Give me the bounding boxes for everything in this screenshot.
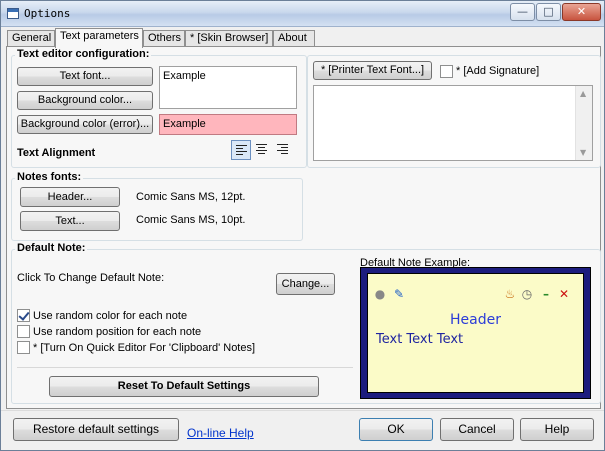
- cancel-button[interactable]: Cancel: [440, 418, 514, 441]
- title-bar[interactable]: Options — □ ✕: [1, 1, 604, 27]
- preview-header-text: Header: [450, 312, 501, 328]
- online-help-link[interactable]: On-line Help: [187, 426, 254, 440]
- alarm-icon: ♨: [504, 287, 516, 301]
- scroll-down-icon[interactable]: ▼: [580, 148, 586, 157]
- click-to-change-label: Click To Change Default Note:: [17, 272, 165, 284]
- signature-scrollbar[interactable]: ▲ ▼: [575, 86, 592, 160]
- pen-icon: ✎: [393, 287, 405, 301]
- example-error-text-box[interactable]: Example: [159, 114, 297, 135]
- preview-body-text: Text Text Text: [376, 332, 464, 347]
- quick-editor-label: * [Turn On Quick Editor For 'Clipboard' …: [33, 342, 256, 354]
- align-left-icon[interactable]: [231, 140, 251, 160]
- pin-icon: ●: [374, 287, 386, 301]
- divider: [17, 367, 353, 368]
- header-font-button[interactable]: Header...: [20, 187, 120, 207]
- text-font-button[interactable]: Text font...: [17, 67, 153, 86]
- tab-text-parameters[interactable]: Text parameters: [55, 28, 143, 48]
- default-note-preview[interactable]: ● ✎ ♨ ◷ – ✕ Header Text Text Text: [360, 267, 591, 399]
- background-color-error-button[interactable]: Background color (error)...: [17, 115, 153, 134]
- scroll-up-icon[interactable]: ▲: [580, 89, 586, 98]
- clock-icon: ◷: [521, 287, 533, 301]
- close-note-icon: ✕: [558, 287, 570, 301]
- random-color-label: Use random color for each note: [33, 310, 188, 322]
- text-alignment-label: Text Alignment: [17, 147, 96, 159]
- add-signature-checkbox[interactable]: [440, 65, 453, 78]
- add-signature-label: * [Add Signature]: [456, 65, 540, 77]
- example-text-box[interactable]: Example: [159, 66, 297, 109]
- printer-text-font-button[interactable]: * [Printer Text Font...]: [313, 61, 432, 80]
- tab-about[interactable]: About: [273, 30, 315, 47]
- help-button[interactable]: Help: [520, 418, 594, 441]
- text-font-value: Comic Sans MS, 10pt.: [136, 214, 246, 226]
- align-right-icon[interactable]: [273, 140, 293, 160]
- notes-fonts-label: Notes fonts:: [15, 171, 84, 183]
- minimize-button[interactable]: —: [510, 3, 535, 21]
- restore-defaults-button[interactable]: Restore default settings: [13, 418, 179, 441]
- minimize-note-icon: –: [543, 287, 549, 301]
- text-editor-label: Text editor configuration:: [15, 48, 152, 60]
- options-window: Options — □ ✕ General Text parameters Ot…: [0, 0, 605, 451]
- maximize-button[interactable]: □: [536, 3, 561, 21]
- tab-general[interactable]: General: [7, 30, 55, 47]
- footer-separator: [1, 410, 604, 411]
- signature-text-area[interactable]: ▲ ▼: [313, 85, 593, 161]
- random-position-checkbox[interactable]: [17, 325, 30, 338]
- text-font-button-notes[interactable]: Text...: [20, 211, 120, 231]
- text-alignment-toolbar: [228, 139, 295, 163]
- header-font-value: Comic Sans MS, 12pt.: [136, 191, 246, 203]
- app-window-icon: [7, 8, 19, 19]
- align-center-icon[interactable]: [252, 140, 272, 160]
- quick-editor-checkbox[interactable]: [17, 341, 30, 354]
- tab-skin-browser[interactable]: * [Skin Browser]: [185, 30, 273, 47]
- tab-others[interactable]: Others: [143, 30, 185, 47]
- ok-button[interactable]: OK: [359, 418, 433, 441]
- random-position-label: Use random position for each note: [33, 326, 202, 338]
- random-color-checkbox[interactable]: [17, 309, 30, 322]
- background-color-button[interactable]: Background color...: [17, 91, 153, 110]
- close-button[interactable]: ✕: [562, 3, 601, 21]
- window-title: Options: [24, 7, 71, 20]
- note-preview-body: ● ✎ ♨ ◷ – ✕ Header Text Text Text: [367, 273, 584, 393]
- change-default-note-button[interactable]: Change...: [276, 273, 335, 295]
- reset-defaults-button[interactable]: Reset To Default Settings: [49, 376, 319, 397]
- default-note-label: Default Note:: [15, 242, 88, 254]
